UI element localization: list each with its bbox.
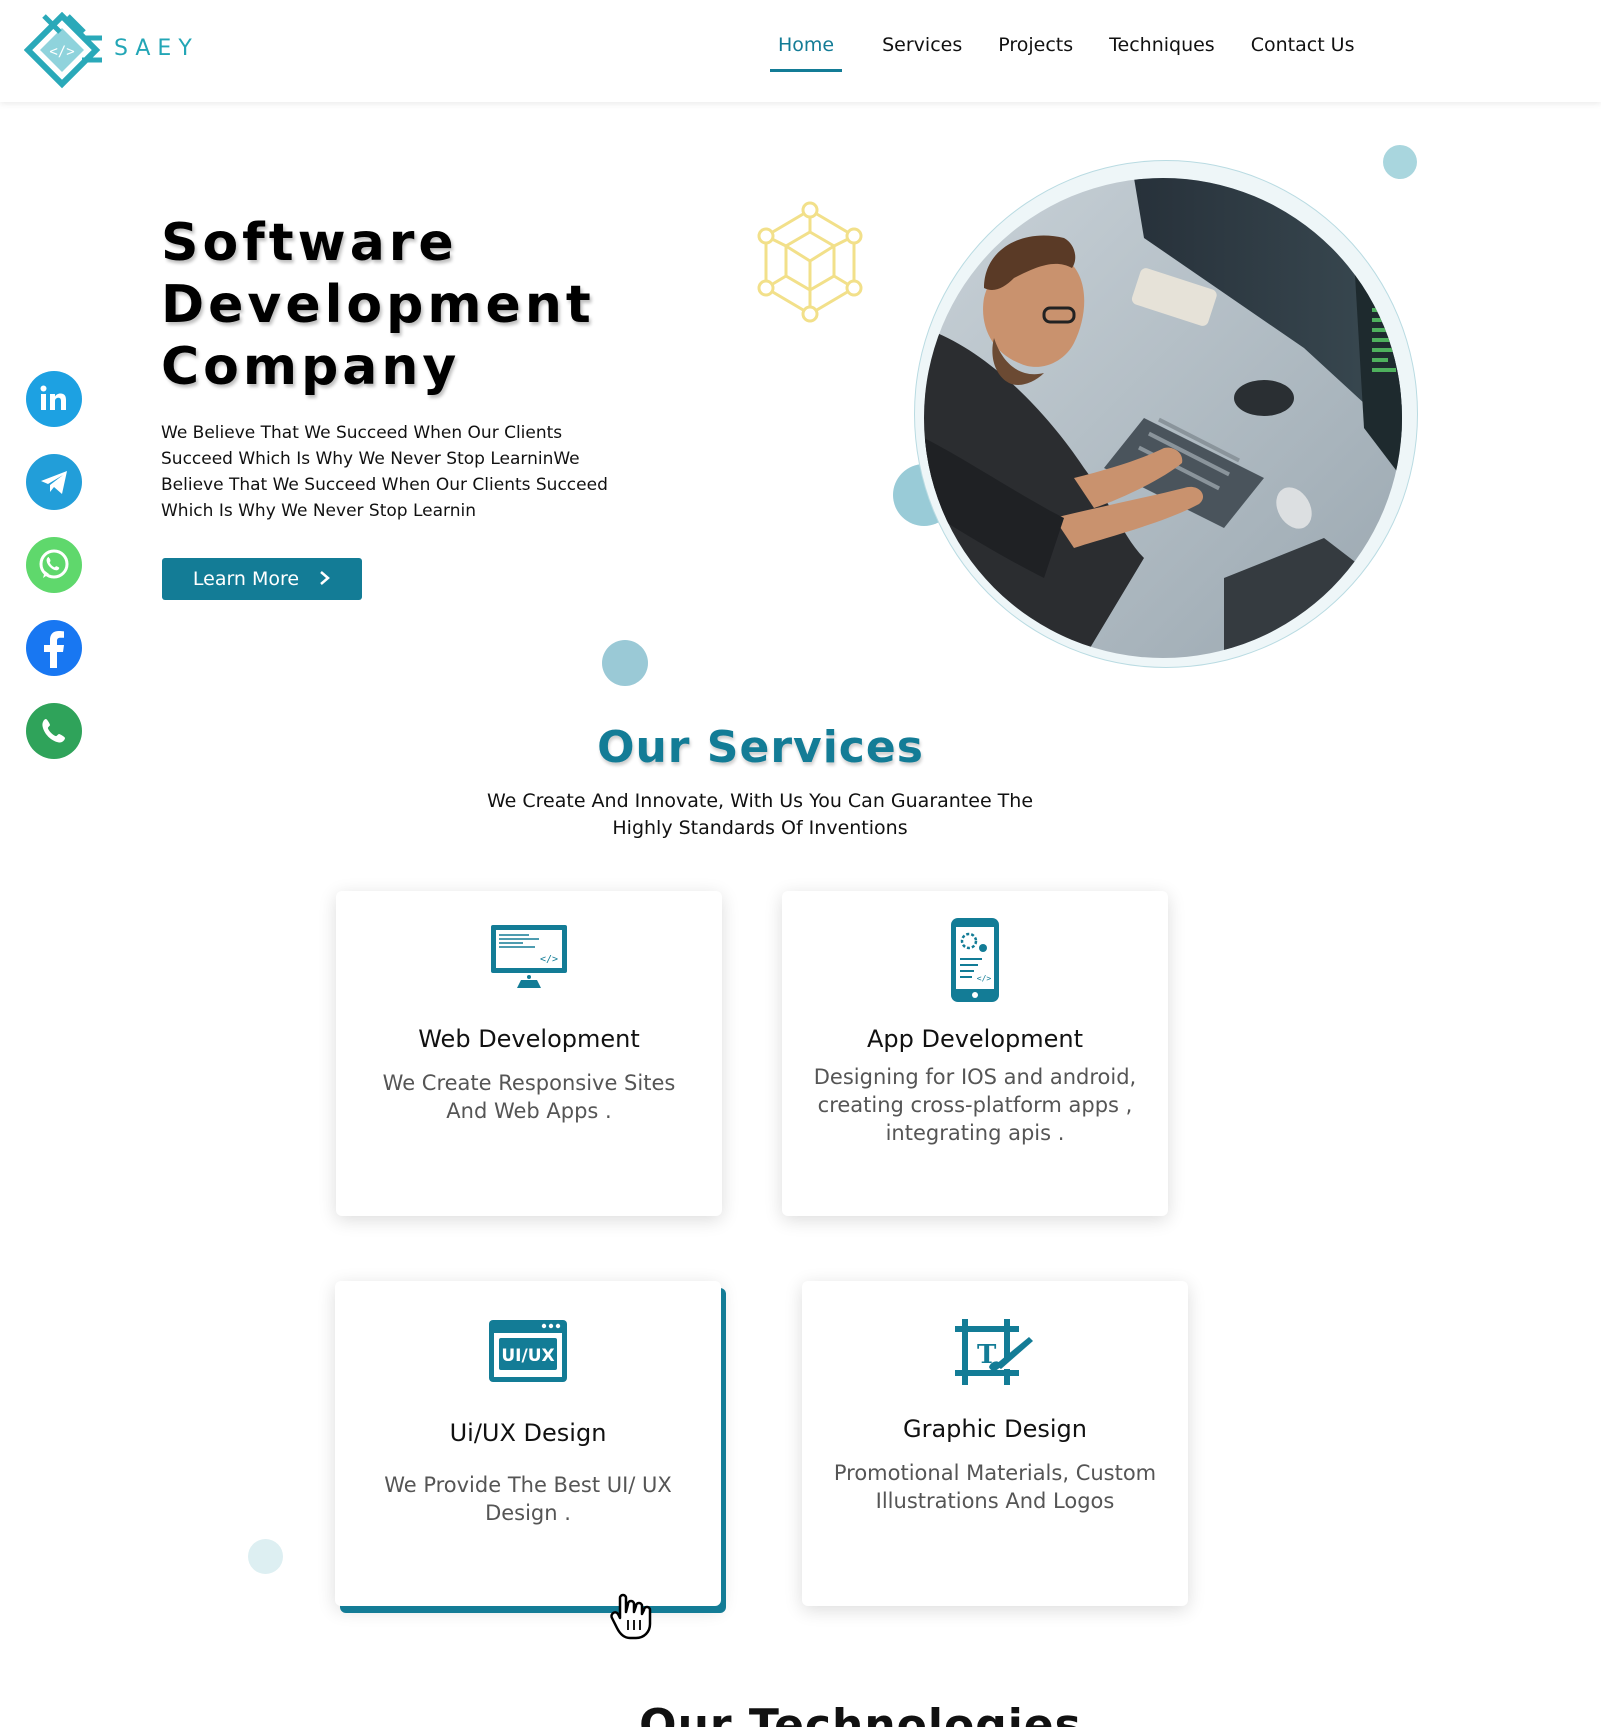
- hexagon-network-icon: [752, 200, 868, 328]
- service-card-web-development[interactable]: </> Web Development We Create Responsive…: [336, 891, 722, 1216]
- ui-ux-icon: UI/UX: [488, 1319, 568, 1383]
- service-card-description: Designing for IOS and android, creating …: [813, 1065, 1137, 1145]
- nav-home[interactable]: Home: [770, 34, 843, 72]
- hero-developer-image: [924, 178, 1402, 658]
- service-card-title: Web Development: [418, 1025, 640, 1053]
- nav-projects[interactable]: Projects: [990, 34, 1081, 72]
- services-subtitle: We Create And Innovate, With Us You Can …: [486, 790, 1034, 839]
- site-header: </> SAEY Home Services Projects Techniqu…: [0, 0, 1601, 102]
- hero-title-line: Company: [161, 337, 461, 397]
- decor-dot: [1383, 145, 1417, 179]
- service-card-title: Ui/UX Design: [449, 1419, 607, 1447]
- graphic-design-icon: T: [955, 1319, 1035, 1385]
- service-card-ui-ux-design[interactable]: UI/UX Ui/UX Design We Provide The Best U…: [335, 1281, 721, 1606]
- nav-services[interactable]: Services: [874, 34, 970, 72]
- whatsapp-icon[interactable]: [26, 537, 82, 593]
- learn-more-button[interactable]: Learn More: [162, 558, 362, 600]
- main-nav: Home Services Projects Techniques Contac…: [770, 34, 1363, 72]
- service-card-description: We Provide The Best UI/ UX Design .: [384, 1473, 672, 1525]
- hero-title-line: Software: [161, 213, 458, 273]
- decor-dot: [248, 1539, 283, 1574]
- svg-text:</>: </>: [540, 954, 558, 965]
- linkedin-icon[interactable]: [26, 371, 82, 427]
- nav-techniques[interactable]: Techniques: [1101, 34, 1223, 72]
- chevron-right-icon: [319, 568, 331, 590]
- brand-name: SAEY: [114, 36, 199, 61]
- monitor-code-icon: </>: [489, 923, 569, 989]
- service-card-graphic-design[interactable]: T Graphic Design Promotional Materials, …: [802, 1281, 1188, 1606]
- technologies-title: Our Technologies: [639, 1700, 1082, 1727]
- decor-dot: [602, 640, 648, 686]
- svg-text:</>: </>: [977, 974, 992, 983]
- hero-description: We Believe That We Succeed When Our Clie…: [161, 423, 608, 521]
- saey-logo-icon[interactable]: </>: [23, 11, 106, 90]
- nav-contact-us[interactable]: Contact Us: [1243, 34, 1363, 72]
- service-card-description: Promotional Materials, Custom Illustrati…: [833, 1461, 1157, 1513]
- service-card-description: We Create Responsive Sites And Web Apps …: [382, 1071, 676, 1123]
- svg-text:UI/UX: UI/UX: [501, 1346, 554, 1366]
- services-title: Our Services: [597, 722, 924, 773]
- hero-title-line: Development: [161, 275, 595, 335]
- service-card-title: Graphic Design: [903, 1415, 1087, 1443]
- svg-text:</>: </>: [49, 44, 74, 60]
- service-card-app-development[interactable]: </> App Development Designing for IOS an…: [782, 891, 1168, 1216]
- learn-more-label: Learn More: [192, 568, 300, 590]
- hand-cursor-icon: [610, 1590, 660, 1640]
- mobile-app-icon: </>: [950, 917, 1000, 1003]
- telegram-icon[interactable]: [26, 454, 82, 510]
- hero-title: Software Development Company: [161, 212, 681, 398]
- service-card-title: App Development: [866, 1025, 1084, 1053]
- facebook-icon[interactable]: [26, 620, 82, 676]
